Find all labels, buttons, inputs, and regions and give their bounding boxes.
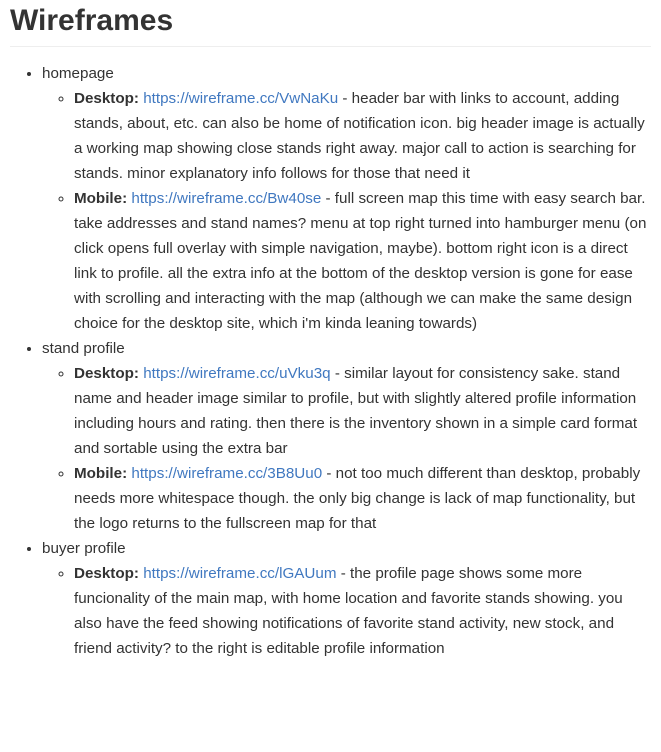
wireframe-link[interactable]: https://wireframe.cc/Bw40se xyxy=(131,190,321,207)
section-item-stand-profile: stand profile Desktop: https://wireframe… xyxy=(42,336,651,536)
page-title: Wireframes xyxy=(10,0,651,47)
wireframe-link[interactable]: https://wireframe.cc/3B8Uu0 xyxy=(131,465,322,482)
platform-label: Mobile: xyxy=(74,190,128,207)
platform-label: Mobile: xyxy=(74,465,128,482)
platform-label: Desktop: xyxy=(74,565,139,582)
section-list: homepage Desktop: https://wireframe.cc/V… xyxy=(10,61,651,661)
section-item-homepage: homepage Desktop: https://wireframe.cc/V… xyxy=(42,61,651,336)
item-description: - full screen map this time with easy se… xyxy=(74,190,647,332)
wireframe-link[interactable]: https://wireframe.cc/uVku3q xyxy=(143,365,330,382)
list-item: Desktop: https://wireframe.cc/uVku3q - s… xyxy=(74,361,651,461)
list-item: Mobile: https://wireframe.cc/3B8Uu0 - no… xyxy=(74,461,651,536)
section-item-buyer-profile: buyer profile Desktop: https://wireframe… xyxy=(42,536,651,661)
section-name: stand profile xyxy=(42,340,125,357)
list-item: Desktop: https://wireframe.cc/VwNaKu - h… xyxy=(74,86,651,186)
list-item: Desktop: https://wireframe.cc/lGAUum - t… xyxy=(74,561,651,661)
platform-label: Desktop: xyxy=(74,90,139,107)
wireframe-link[interactable]: https://wireframe.cc/VwNaKu xyxy=(143,90,338,107)
wireframe-link[interactable]: https://wireframe.cc/lGAUum xyxy=(143,565,336,582)
section-name: buyer profile xyxy=(42,540,126,557)
subitem-list: Desktop: https://wireframe.cc/VwNaKu - h… xyxy=(42,86,651,336)
platform-label: Desktop: xyxy=(74,365,139,382)
document-page: Wireframes homepage Desktop: https://wir… xyxy=(0,0,661,661)
subitem-list: Desktop: https://wireframe.cc/lGAUum - t… xyxy=(42,561,651,661)
list-item: Mobile: https://wireframe.cc/Bw40se - fu… xyxy=(74,186,651,336)
section-name: homepage xyxy=(42,65,114,82)
subitem-list: Desktop: https://wireframe.cc/uVku3q - s… xyxy=(42,361,651,536)
